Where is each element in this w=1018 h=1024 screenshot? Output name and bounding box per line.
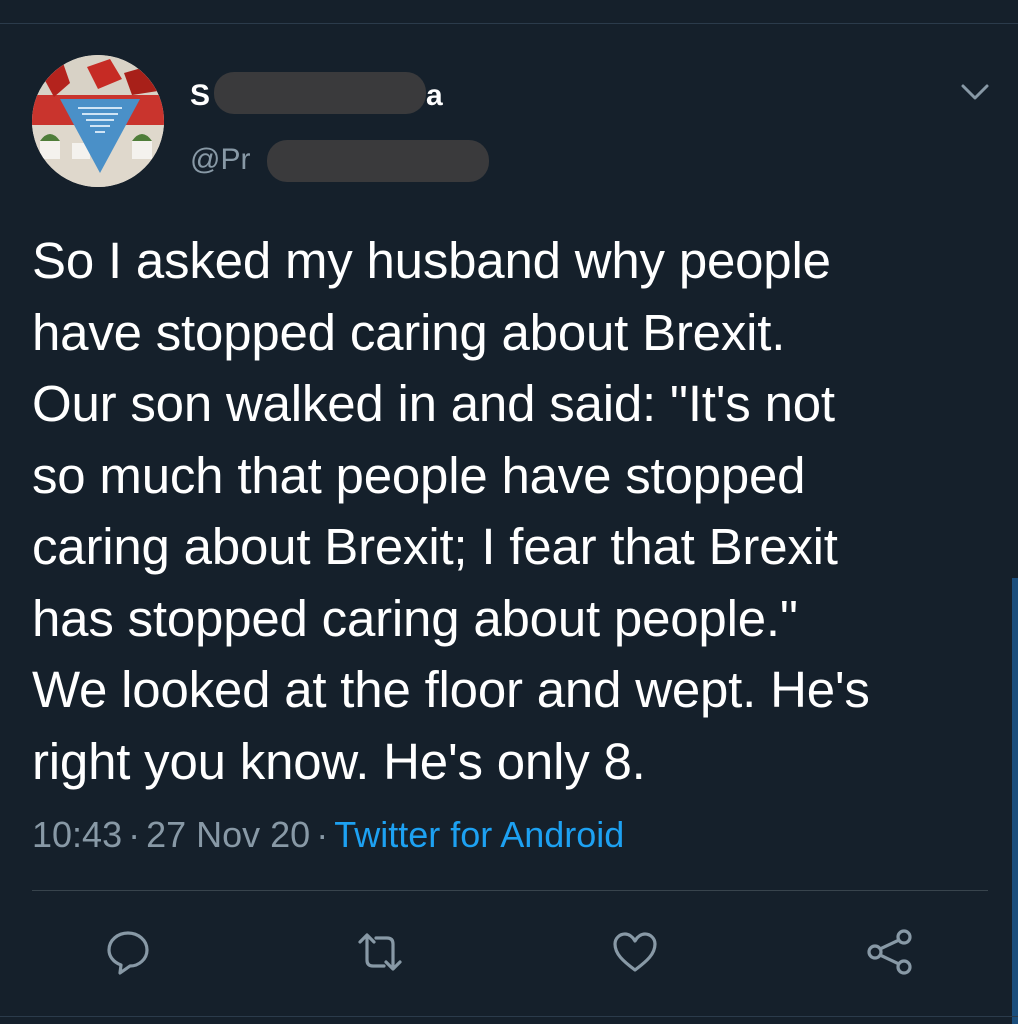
more-options-button[interactable]: [958, 80, 992, 104]
tweet-meta: 10:43 · 27 Nov 20 · Twitter for Android: [32, 810, 624, 860]
reply-button[interactable]: [102, 926, 154, 978]
avatar-image: [32, 55, 164, 187]
share-icon: [867, 929, 912, 975]
share-button[interactable]: [864, 926, 916, 978]
top-divider: [0, 23, 1018, 24]
name-redaction: [214, 72, 426, 114]
actions-divider: [32, 890, 988, 891]
bottom-divider: [0, 1016, 1018, 1017]
meta-separator: ·: [316, 814, 329, 855]
meta-separator: ·: [128, 814, 141, 855]
like-button[interactable]: [609, 926, 661, 978]
display-name-start: S: [190, 79, 211, 112]
tweet-source-link[interactable]: Twitter for Android: [334, 814, 624, 855]
tweet-date[interactable]: 27 Nov 20: [146, 814, 310, 855]
avatar[interactable]: [32, 55, 164, 187]
tweet-text: So I asked my husband why people have st…: [32, 232, 870, 790]
tweet-time[interactable]: 10:43: [32, 814, 122, 855]
scrollbar-thumb[interactable]: [1012, 578, 1018, 1024]
speech-bubble-icon: [107, 931, 149, 975]
display-name-end: a: [426, 79, 443, 112]
retweet-icon: [358, 933, 402, 971]
handle-start: @Pr: [190, 143, 251, 176]
retweet-button[interactable]: [354, 926, 406, 978]
handle-redaction: [267, 140, 489, 182]
heart-icon: [613, 932, 657, 972]
action-bar: [0, 920, 1018, 984]
chevron-down-icon: [961, 84, 989, 100]
